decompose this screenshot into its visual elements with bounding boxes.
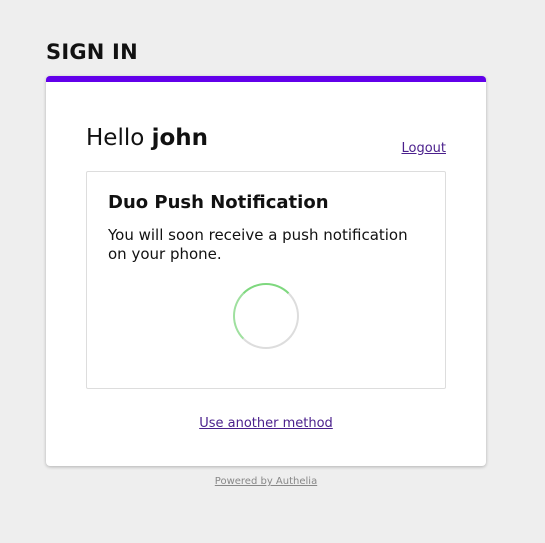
method-panel: Duo Push Notification You will soon rece… bbox=[86, 171, 446, 389]
greeting-prefix: Hello bbox=[86, 125, 152, 151]
greeting: Hello john bbox=[86, 125, 208, 151]
logout-link[interactable]: Logout bbox=[401, 141, 446, 156]
method-title: Duo Push Notification bbox=[108, 192, 329, 213]
username: john bbox=[151, 125, 209, 151]
powered-by-link[interactable]: Powered by Authelia bbox=[46, 476, 486, 487]
loading-spinner-icon bbox=[233, 283, 299, 349]
page: SIGN IN Hello john Logout Duo Push Notif… bbox=[0, 0, 545, 543]
method-description: You will soon receive a push notificatio… bbox=[108, 226, 408, 263]
use-another-method-link[interactable]: Use another method bbox=[46, 416, 486, 431]
sign-in-card: Hello john Logout Duo Push Notification … bbox=[46, 76, 486, 466]
page-title: SIGN IN bbox=[46, 40, 138, 64]
